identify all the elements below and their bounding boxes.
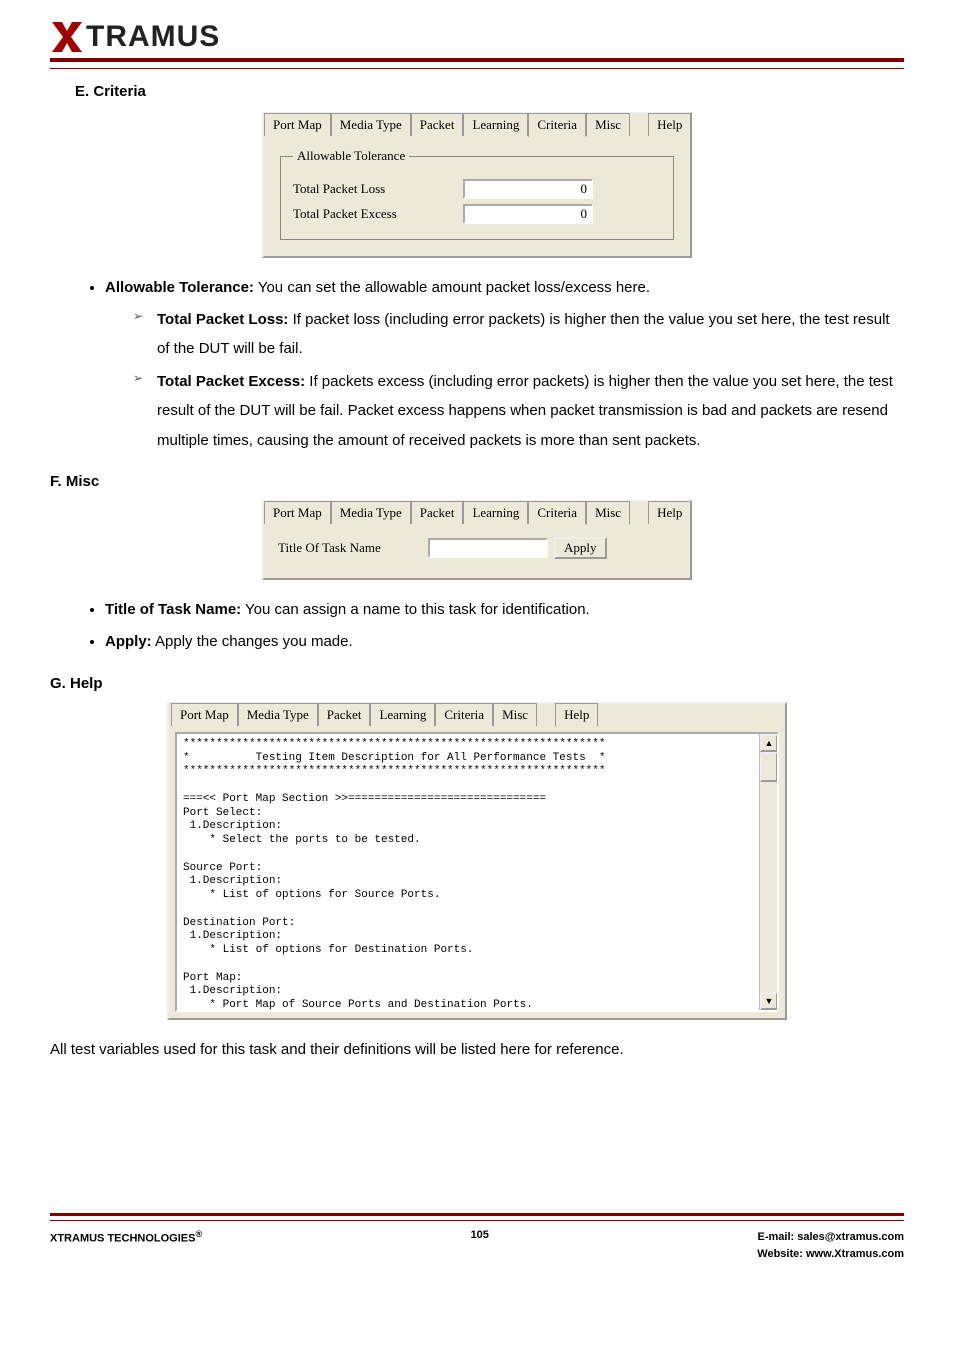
tab-port-map[interactable]: Port Map: [264, 501, 331, 524]
criteria-tabs: Port Map Media Type Packet Learning Crit…: [264, 114, 690, 136]
allowable-tolerance-group: Allowable Tolerance Total Packet Loss To…: [280, 148, 674, 240]
footer-rule-thin: [50, 1220, 904, 1221]
bullet-apply: Apply: Apply the changes you made.: [105, 628, 904, 657]
footer-page-number: 105: [471, 1229, 489, 1262]
apply-button[interactable]: Apply: [554, 537, 607, 559]
scrollbar[interactable]: ▲ ▼: [759, 734, 777, 1010]
help-tabs: Port Map Media Type Packet Learning Crit…: [169, 704, 785, 726]
bullet-total-packet-loss: Total Packet Loss: If packet loss (inclu…: [133, 305, 904, 364]
total-packet-excess-input[interactable]: [463, 204, 593, 224]
misc-tabs: Port Map Media Type Packet Learning Crit…: [264, 502, 690, 524]
tab-criteria[interactable]: Criteria: [528, 501, 586, 524]
scroll-up-icon[interactable]: ▲: [760, 734, 778, 752]
tab-packet[interactable]: Packet: [411, 501, 464, 524]
tab-packet[interactable]: Packet: [411, 113, 464, 136]
help-text-content: ****************************************…: [177, 734, 777, 1012]
criteria-bullets: Allowable Tolerance: You can set the all…: [50, 274, 904, 455]
bullet-total-packet-excess: Total Packet Excess: If packets excess (…: [133, 367, 904, 455]
footer-left: XTRAMUS TECHNOLOGIES®: [50, 1229, 202, 1262]
tab-media-type[interactable]: Media Type: [331, 113, 411, 136]
tab-misc[interactable]: Misc: [493, 703, 537, 726]
tab-criteria[interactable]: Criteria: [528, 113, 586, 137]
tab-criteria[interactable]: Criteria: [435, 703, 493, 726]
section-e-title: E. Criteria: [75, 83, 904, 100]
total-packet-excess-label: Total Packet Excess: [293, 206, 463, 222]
tab-media-type[interactable]: Media Type: [331, 501, 411, 524]
total-packet-loss-label: Total Packet Loss: [293, 181, 463, 197]
allowable-tolerance-legend: Allowable Tolerance: [293, 148, 409, 164]
tab-packet[interactable]: Packet: [318, 703, 371, 726]
tab-help[interactable]: Help: [555, 703, 598, 727]
section-f-title: F. Misc: [50, 473, 904, 490]
brand-logo: TRAMUS: [50, 20, 904, 54]
scroll-thumb[interactable]: [760, 752, 778, 782]
tab-learning[interactable]: Learning: [463, 113, 528, 136]
footer-right: E-mail: sales@xtramus.com Website: www.X…: [757, 1229, 904, 1262]
tab-learning[interactable]: Learning: [463, 501, 528, 524]
title-of-task-input[interactable]: [428, 538, 548, 558]
footer-rule-thick: [50, 1213, 904, 1216]
bullet-title-of-task: Title of Task Name: You can assign a nam…: [105, 596, 904, 625]
help-textarea[interactable]: ****************************************…: [175, 732, 779, 1012]
tab-port-map[interactable]: Port Map: [171, 703, 238, 726]
tab-media-type[interactable]: Media Type: [238, 703, 318, 726]
section-g-title: G. Help: [50, 675, 904, 692]
page-footer: XTRAMUS TECHNOLOGIES® 105 E-mail: sales@…: [50, 1213, 904, 1262]
logo-x-icon: [50, 20, 84, 54]
tab-learning[interactable]: Learning: [370, 703, 435, 726]
header-rule-thin: [50, 68, 904, 69]
help-after-text: All test variables used for this task an…: [50, 1036, 904, 1063]
criteria-panel: Port Map Media Type Packet Learning Crit…: [262, 112, 692, 258]
header-rule-thick: [50, 58, 904, 62]
bullet-allowable-tolerance: Allowable Tolerance: You can set the all…: [105, 274, 904, 455]
tab-misc[interactable]: Misc: [586, 113, 630, 136]
help-panel: Port Map Media Type Packet Learning Crit…: [167, 702, 787, 1020]
misc-bullets: Title of Task Name: You can assign a nam…: [50, 596, 904, 657]
tab-misc[interactable]: Misc: [586, 501, 630, 525]
total-packet-loss-input[interactable]: [463, 179, 593, 199]
tab-help[interactable]: Help: [648, 113, 691, 136]
tab-port-map[interactable]: Port Map: [264, 113, 331, 136]
logo-text: TRAMUS: [86, 20, 220, 54]
scroll-down-icon[interactable]: ▼: [760, 992, 778, 1010]
tab-help[interactable]: Help: [648, 501, 691, 524]
misc-panel: Port Map Media Type Packet Learning Crit…: [262, 500, 692, 580]
title-of-task-label: Title Of Task Name: [278, 540, 428, 556]
